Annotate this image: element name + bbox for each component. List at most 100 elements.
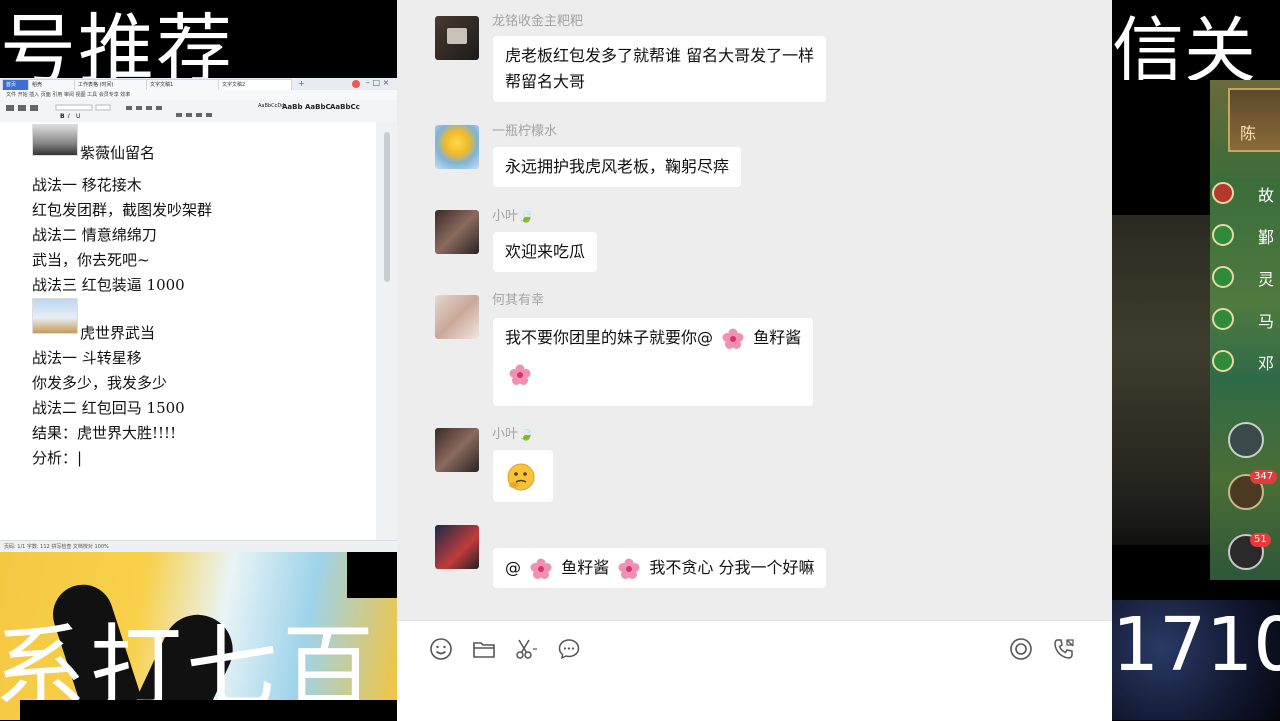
chat-input-toolbar[interactable] [397, 620, 1112, 721]
doc-line: 红包发团群，截图发吵架群 [32, 201, 213, 219]
doc-line[interactable]: 分析：| [32, 447, 82, 468]
style-heading3[interactable]: AaBbCc [330, 103, 360, 111]
message-text: 欢迎来吃瓜 [505, 242, 586, 261]
avatar[interactable] [435, 428, 479, 472]
message-text: 我不要你团里的妹子就要你@ [505, 328, 714, 347]
doc-image-thumbnail [32, 298, 78, 334]
document-window: 首页 稻壳 工作表格 (时间) 文字文稿1 文字文稿2 + – □ × 文件 开… [0, 78, 397, 552]
overlay-text-top-left: 号推荐 [0, 5, 234, 78]
ribbon-format-tools[interactable]: BIU [6, 103, 246, 120]
game-list-entry[interactable]: 马 [1212, 306, 1280, 334]
avatar[interactable] [435, 525, 479, 569]
doc-status-text: 页码: 1/1 字数: 112 拼写检查 文档校对 100% [4, 544, 109, 550]
chat-message-area[interactable]: 龙铭收金主粑粑 虎老板红包发多了就帮谁 留名大哥发了一样 帮留名大哥 一瓶柠檬水… [397, 0, 1112, 620]
left-bottom-banner: 系打七百 [0, 552, 397, 720]
avatar[interactable] [435, 295, 479, 339]
phone-icon[interactable] [1052, 637, 1076, 661]
live-icon[interactable] [1009, 637, 1033, 661]
game-list-entry[interactable]: 鄞 [1212, 222, 1280, 250]
doc-line: 战法二 情意绵绵刀 [32, 226, 157, 244]
doc-menu-bar: 文件 开始 插入 页面 引用 审阅 视图 工具 会员专享 效率 [0, 90, 397, 100]
overlay-text-top-right: 信关 [1112, 9, 1257, 80]
doc-line: 虎世界武当 [80, 324, 156, 342]
game-unit-label: 马 [1258, 312, 1275, 331]
game-banner-label: 陈 [1240, 124, 1257, 143]
doc-tab-docer[interactable]: 稻壳 [28, 79, 76, 90]
notification-badge: 51 [1250, 533, 1271, 547]
overlay-bar [20, 700, 397, 720]
flower-icon [509, 364, 531, 385]
game-list-entry[interactable]: 邓 [1212, 348, 1280, 376]
emoji-icon[interactable] [429, 637, 453, 661]
game-unit-icon [1212, 350, 1234, 372]
mention-name[interactable]: 鱼籽酱 [561, 558, 609, 577]
game-unit-icon [1212, 266, 1234, 288]
new-tab-icon[interactable]: + [298, 79, 305, 88]
game-unit-icon [1212, 224, 1234, 246]
avatar[interactable] [435, 125, 479, 169]
overlay-block [347, 552, 397, 598]
chat-bubble-icon[interactable] [557, 637, 581, 661]
message-text: @ [505, 558, 521, 577]
message-bubble[interactable]: 我不要你团里的妹子就要你@ 鱼籽酱 [493, 318, 814, 406]
flower-icon [530, 558, 552, 579]
message-text: 虎老板红包发多了就帮谁 留名大哥发了一样 [505, 46, 815, 65]
doc-page[interactable]: 紫薇仙留名 战法一 移花接木 红包发团群，截图发吵架群 战法二 情意绵绵刀 武当… [0, 122, 376, 540]
flower-icon [618, 558, 640, 579]
message-bubble[interactable]: 虎老板红包发多了就帮谁 留名大哥发了一样 帮留名大哥 [493, 36, 827, 102]
game-background [1112, 215, 1212, 545]
sender-name: 何其有幸 [492, 293, 545, 308]
sender-name: 小叶🍃 [492, 209, 535, 224]
game-stream-panel: 陈 故 鄞 灵 马 邓 347 51 [1112, 80, 1280, 600]
avatar[interactable] [352, 80, 360, 88]
notification-badge: 347 [1250, 470, 1278, 484]
right-overlay-banner: 信关 [1112, 0, 1280, 80]
doc-status-bar: 页码: 1/1 字数: 112 拼写检查 文档校对 100% [0, 540, 397, 552]
svg-text:B: B [60, 113, 65, 119]
svg-text:I: I [68, 113, 70, 119]
style-heading2[interactable]: AaBbC [305, 103, 331, 111]
overlay-text-bottom-right: 1710 [1112, 602, 1280, 688]
message-bubble[interactable]: @ 鱼籽酱 我不贪心 分我一个好嘛 [493, 548, 827, 588]
doc-line: 你发多少，我发多少 [32, 374, 168, 392]
sender-name: 龙铭收金主粑粑 [492, 14, 584, 29]
window-controls-icon[interactable]: – □ × [366, 78, 389, 87]
doc-scroll-thumb[interactable] [384, 132, 390, 282]
avatar[interactable] [435, 16, 479, 60]
doc-line: 战法三 红包装逼 1000 [32, 276, 185, 294]
style-normal[interactable]: AaBbCcDd [258, 103, 284, 109]
doc-menu-items[interactable]: 文件 开始 插入 页面 引用 审阅 视图 工具 会员专享 效率 [6, 92, 130, 98]
folder-icon[interactable] [472, 637, 496, 661]
mention-name[interactable]: 鱼籽酱 [753, 328, 801, 347]
message-bubble[interactable]: 永远拥护我虎风老板，鞠躬尽瘁 [493, 147, 742, 187]
message-bubble[interactable]: 欢迎来吃瓜 [493, 232, 598, 272]
doc-scrollbar[interactable] [376, 122, 397, 540]
hero-button-icon[interactable] [1228, 422, 1264, 458]
doc-line: 战法二 红包回马 1500 [32, 399, 185, 417]
sender-name: 一瓶柠檬水 [492, 124, 558, 139]
message-text: 我不贪心 分我一个好嘛 [649, 558, 815, 577]
avatar-image [447, 28, 467, 44]
avatar[interactable] [435, 210, 479, 254]
svg-text:U: U [76, 113, 80, 119]
doc-line: 战法一 斗转星移 [32, 349, 142, 367]
sender-name: 小叶🍃 [492, 427, 535, 442]
doc-line: 紫薇仙留名 [80, 144, 156, 162]
scissors-icon[interactable] [514, 637, 538, 661]
game-side-panel[interactable]: 陈 故 鄞 灵 马 邓 347 51 [1210, 80, 1280, 580]
message-bubble[interactable]: 🤔 [493, 450, 553, 502]
doc-line: 战法一 移花接木 [32, 176, 142, 194]
style-heading1[interactable]: AaBb [282, 103, 303, 111]
doc-tab-doc1[interactable]: 文字文稿1 [146, 79, 220, 90]
game-unit-icon [1212, 308, 1234, 330]
doc-tab-doc2[interactable]: 文字文稿2 [218, 79, 292, 90]
game-unit-icon [1212, 182, 1234, 204]
game-unit-label: 鄞 [1258, 228, 1275, 247]
game-list-entry[interactable]: 故 [1212, 180, 1280, 208]
game-list-entry[interactable]: 灵 [1212, 264, 1280, 292]
game-unit-label: 邓 [1258, 354, 1275, 373]
thinking-emoji-icon [507, 463, 535, 491]
right-bottom-banner: 1710 [1112, 600, 1280, 720]
doc-tab-sheet[interactable]: 工作表格 (时间) [74, 79, 148, 90]
left-overlay-banner: 号推荐 [0, 0, 397, 78]
